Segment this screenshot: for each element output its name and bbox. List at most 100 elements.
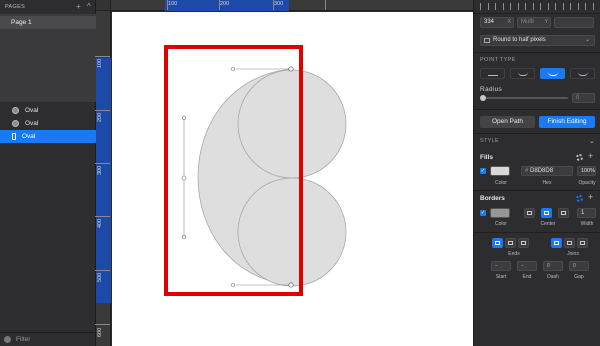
border-outside-button[interactable] — [558, 208, 569, 218]
h-ruler-tick — [325, 0, 326, 10]
align-right-icon[interactable] — [510, 3, 519, 10]
point-type-straight-button[interactable] — [480, 68, 505, 79]
h-ruler-label: 100 — [168, 1, 178, 7]
layer-item-oval-3[interactable]: Oval — [0, 130, 96, 143]
v-ruler-tick — [95, 324, 110, 325]
oval-bottom[interactable] — [237, 177, 347, 287]
control-point[interactable] — [231, 283, 235, 287]
x-suffix: X — [507, 19, 511, 25]
control-point[interactable] — [231, 67, 235, 71]
border-color-swatch[interactable] — [490, 208, 510, 218]
fill-hex-field[interactable]: # D8D8D8 — [521, 166, 573, 176]
layer-item-oval-2[interactable]: Oval — [0, 117, 96, 130]
slider-knob[interactable] — [480, 95, 486, 101]
pages-title: PAGES — [5, 4, 26, 10]
finish-editing-button[interactable]: Finish Editing — [539, 116, 595, 128]
divider — [474, 232, 600, 233]
border-width-field[interactable]: 1 — [577, 208, 596, 218]
point-type-asymmetric-button[interactable] — [570, 68, 595, 79]
page-item-label: Page 1 — [11, 19, 32, 26]
mirrored-icon — [517, 71, 528, 76]
point-type-disconnected-button[interactable] — [540, 68, 565, 79]
square-end-icon — [521, 241, 526, 245]
start-label: Start — [495, 274, 507, 280]
filter-bar[interactable]: Filter — [0, 332, 96, 346]
dash-field[interactable]: 0 — [543, 261, 563, 271]
collapse-icon[interactable]: ^ — [87, 2, 91, 11]
v-ruler-tick — [95, 216, 110, 217]
y-suffix: Y — [544, 19, 548, 25]
fills-header: Fills — [480, 154, 494, 161]
distribute-vertical-icon[interactable] — [585, 3, 594, 10]
gear-icon[interactable] — [576, 195, 583, 202]
start-arrow-select[interactable]: – — [491, 261, 511, 271]
vertex-point[interactable] — [288, 66, 294, 72]
pixel-rounding-value: Round to half pixels — [493, 37, 546, 43]
align-top-icon[interactable] — [525, 3, 534, 10]
bevel-join-button[interactable] — [577, 238, 588, 248]
x-field[interactable]: 334 X — [480, 17, 514, 28]
add-border-icon[interactable]: + — [588, 193, 593, 202]
divider — [474, 133, 600, 134]
vertex-point[interactable] — [288, 282, 294, 288]
filter-icon — [4, 336, 11, 343]
align-center-icon[interactable] — [495, 3, 504, 10]
end-label: End — [522, 274, 532, 280]
miter-join-icon — [554, 241, 559, 245]
radius-input[interactable]: 0 — [572, 93, 595, 103]
vertex-point[interactable] — [181, 175, 187, 181]
style-label: STYLE — [480, 138, 499, 144]
layer-list: Oval Oval Oval — [0, 104, 96, 143]
round-join-button[interactable] — [564, 238, 575, 248]
gap-label: Gap — [574, 274, 584, 280]
round-end-button[interactable] — [505, 238, 516, 248]
align-middle-icon[interactable] — [540, 3, 549, 10]
distribute-icon[interactable] — [570, 3, 579, 10]
dash-label: Dash — [547, 274, 559, 280]
chevron-down-icon[interactable]: ⌄ — [589, 137, 595, 146]
radius-slider[interactable] — [480, 95, 568, 101]
pixel-rounding-select[interactable]: Round to half pixels ⌄ — [480, 35, 595, 46]
oval-top[interactable] — [237, 69, 347, 179]
v-ruler-label: 200 — [97, 112, 103, 122]
fill-color-label: Color — [495, 180, 507, 186]
app-window: PAGES + ^ Page 1 Oval Oval Oval Filter 1… — [0, 0, 600, 346]
point-type-mirrored-button[interactable] — [510, 68, 535, 79]
align-toolbar — [474, 0, 600, 14]
layer-label: Oval — [22, 133, 36, 140]
v-ruler-tick — [95, 56, 110, 57]
fill-enabled-checkbox[interactable]: ✓ — [480, 168, 486, 174]
border-enabled-checkbox[interactable]: ✓ — [480, 210, 486, 216]
gear-icon[interactable] — [576, 154, 583, 161]
open-path-button[interactable]: Open Path — [480, 116, 535, 128]
layer-item-oval-1[interactable]: Oval — [0, 104, 96, 117]
butt-end-icon — [495, 241, 500, 245]
layer-label: Oval — [25, 107, 39, 114]
gap-field[interactable]: 0 — [569, 261, 589, 271]
border-center-button[interactable] — [541, 208, 552, 218]
control-point[interactable] — [182, 116, 186, 120]
miter-join-button[interactable] — [551, 238, 562, 248]
y-field[interactable]: Multi Y — [517, 17, 551, 28]
butt-end-button[interactable] — [492, 238, 503, 248]
left-sidebar: PAGES + ^ Page 1 Oval Oval Oval Filter — [0, 0, 96, 346]
extra-field[interactable] — [554, 17, 594, 28]
pages-header: PAGES + ^ — [0, 0, 96, 14]
square-end-button[interactable] — [518, 238, 529, 248]
align-left-icon[interactable] — [480, 3, 489, 10]
fill-opacity-label: Opacity — [578, 180, 596, 186]
border-inside-icon — [527, 211, 532, 215]
border-inside-button[interactable] — [524, 208, 535, 218]
add-page-icon[interactable]: + — [76, 2, 81, 11]
align-bottom-icon[interactable] — [555, 3, 564, 10]
oval-icon — [12, 120, 19, 127]
hex-value: D8D8D8 — [530, 168, 554, 174]
end-arrow-select[interactable]: – — [517, 261, 537, 271]
add-fill-icon[interactable]: + — [588, 152, 593, 161]
fill-color-swatch[interactable] — [490, 166, 510, 176]
fill-opacity-field[interactable]: 100% — [577, 166, 596, 176]
control-point[interactable] — [182, 235, 186, 239]
hex-prefix: # — [525, 168, 529, 174]
page-item-page-1[interactable]: Page 1 — [0, 16, 96, 29]
canvas[interactable] — [112, 12, 473, 346]
